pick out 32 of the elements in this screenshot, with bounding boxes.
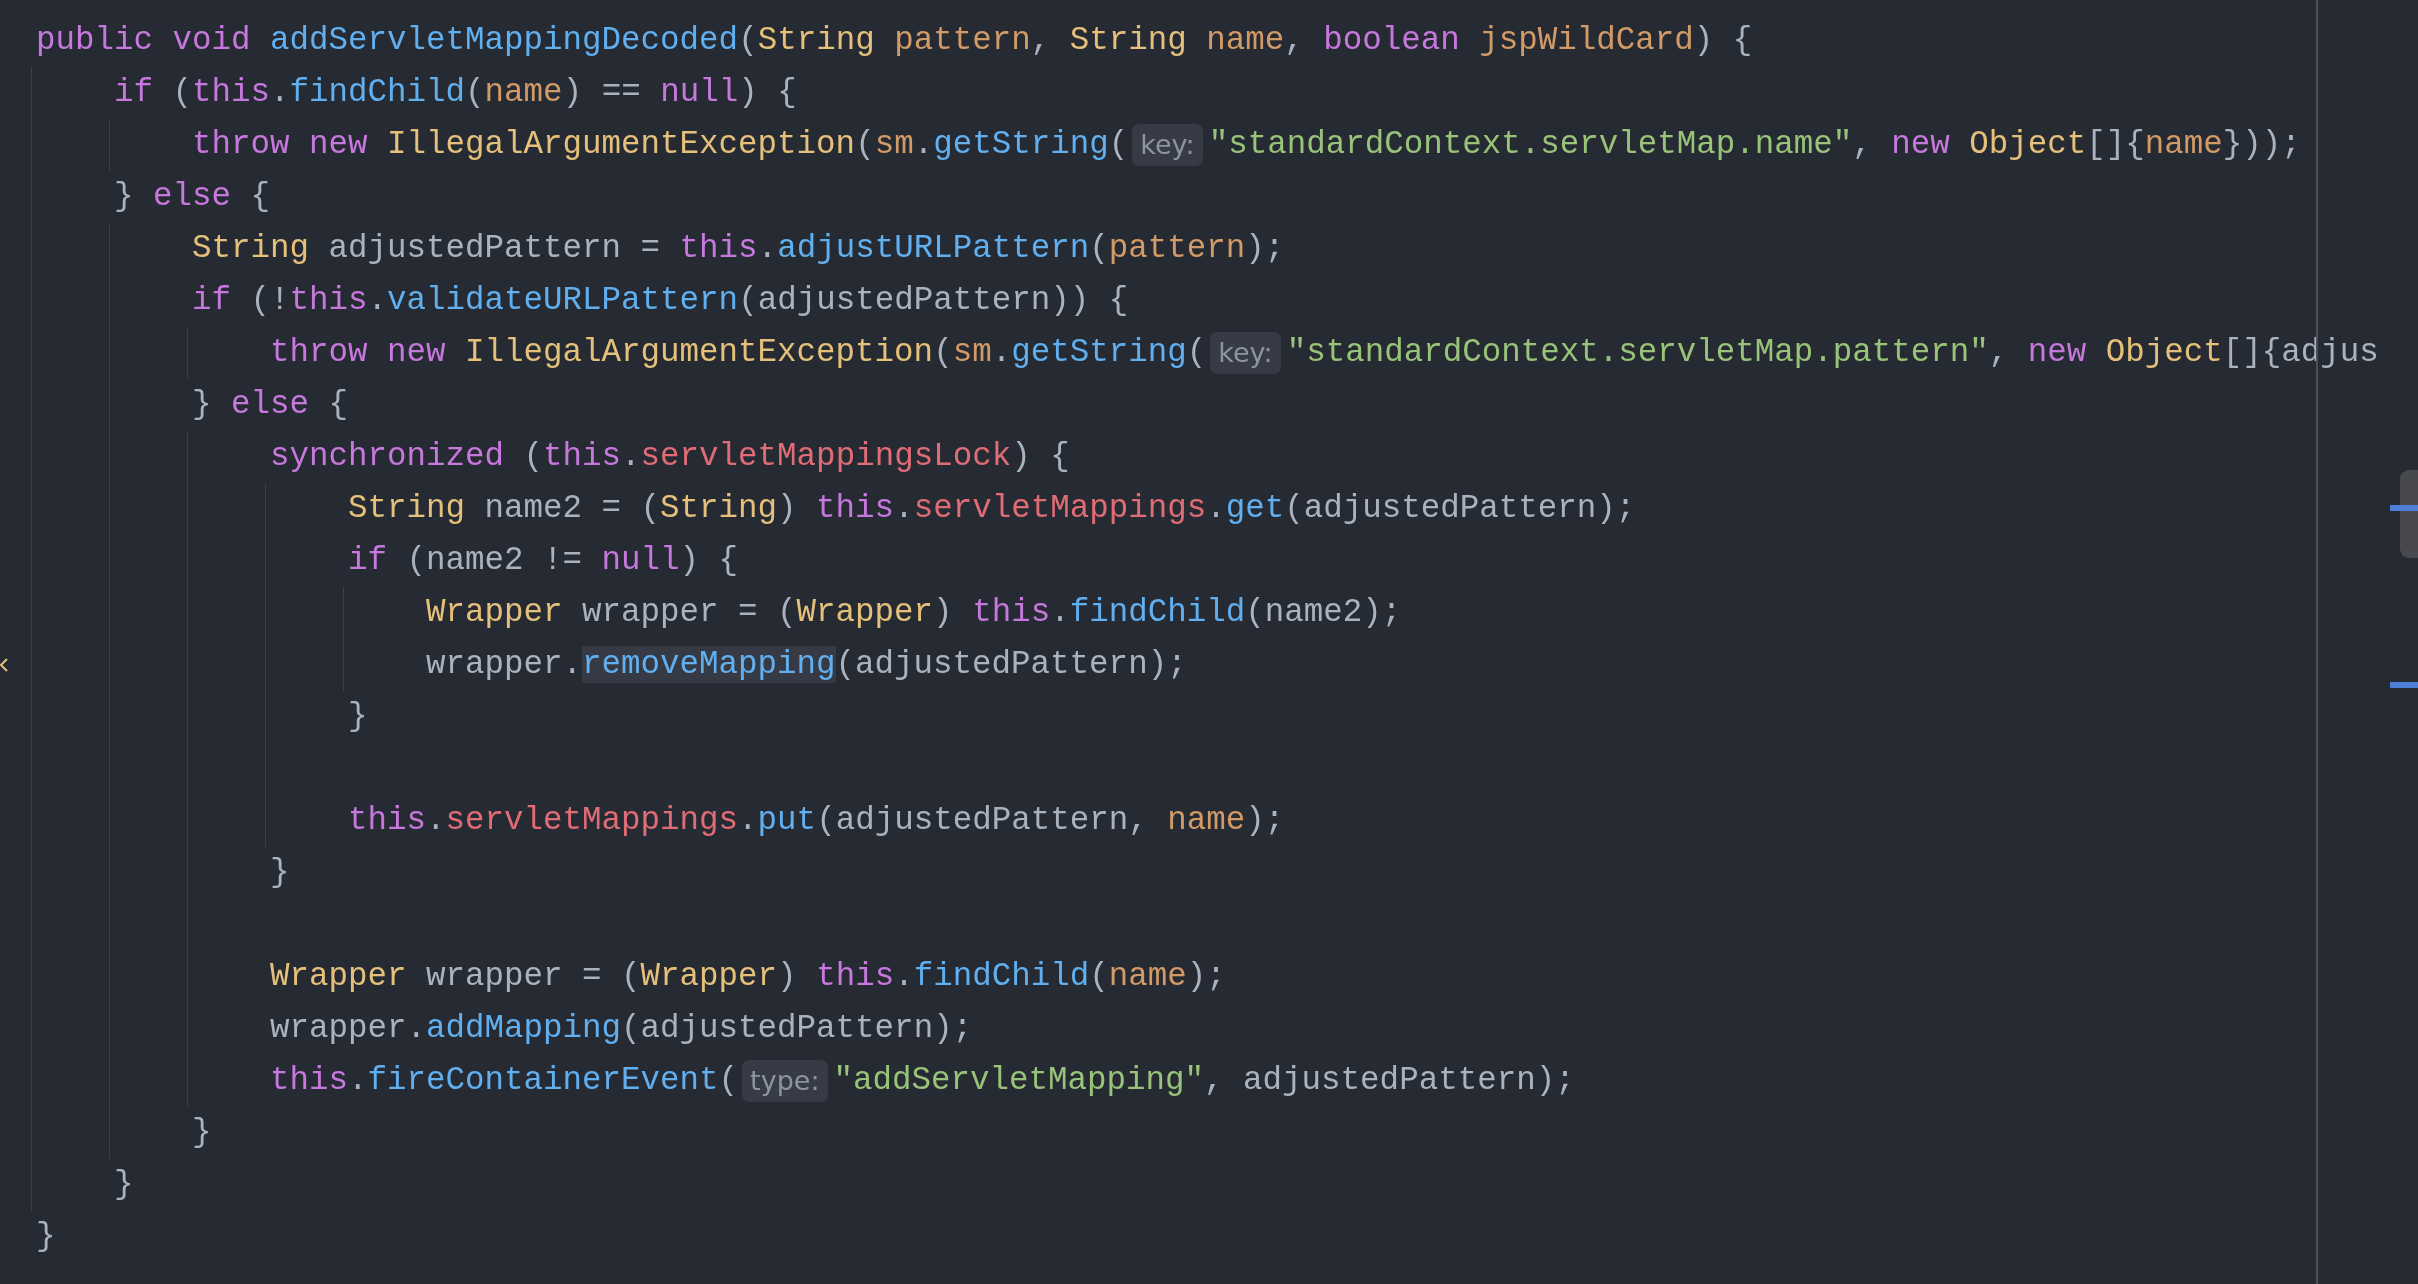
code-text: String name2 = (String) this.servletMappings.get(adjustedPattern);	[348, 489, 1636, 529]
code-text: throw new IllegalArgumentException(sm.getString(	[270, 333, 1207, 373]
code-text: public void addServletMappingDecoded(String pattern, String name, boolean jspWildCard) {	[36, 21, 1753, 61]
code-text: "standardContext.servletMap.pattern", new Object[]{adjus	[1286, 333, 2379, 373]
code-text: } else {	[192, 385, 349, 425]
code-text: this.servletMappings.put(adjustedPattern, name);	[348, 801, 1285, 841]
code-text: }	[114, 1165, 134, 1205]
code-text: synchronized (this.servletMappingsLock) {	[270, 437, 1070, 477]
code-text: throw new IllegalArgumentException(sm.getString(	[192, 125, 1129, 165]
code-text: }	[270, 853, 290, 893]
change-marker	[2390, 505, 2418, 511]
inlay-hint: key:	[1210, 332, 1281, 374]
code-text: }	[36, 1217, 56, 1257]
code-text: }	[192, 1113, 212, 1153]
change-marker	[2390, 682, 2418, 688]
code-text: String adjustedPattern = this.adjustURLPattern(pattern);	[192, 229, 1285, 269]
code-text: "addServletMapping", adjustedPattern);	[833, 1061, 1575, 1101]
code-text: if (!this.validateURLPattern(adjustedPattern)) {	[192, 281, 1129, 321]
scrollbar-thumb[interactable]	[2400, 470, 2418, 558]
code-text: }	[348, 697, 368, 737]
code-text: Wrapper wrapper = (Wrapper) this.findChild(name);	[270, 957, 1226, 997]
code-text: this.fireContainerEvent(	[270, 1061, 739, 1101]
code-text: wrapper.addMapping(adjustedPattern);	[270, 1009, 973, 1049]
inlay-hint: key:	[1132, 124, 1203, 166]
code-text: if (this.findChild(name) == null) {	[114, 73, 797, 113]
code-text: wrapper.removeMapping(adjustedPattern);	[426, 645, 1187, 685]
caret-marker-icon	[0, 657, 8, 673]
code-text: Wrapper wrapper = (Wrapper) this.findChild(name2);	[426, 593, 1402, 633]
code-text: "standardContext.servletMap.name", new Object[]{name}));	[1208, 125, 2301, 165]
code-text: if (name2 != null) {	[348, 541, 739, 581]
inlay-hint: type:	[742, 1060, 828, 1102]
code-text: } else {	[114, 177, 271, 217]
